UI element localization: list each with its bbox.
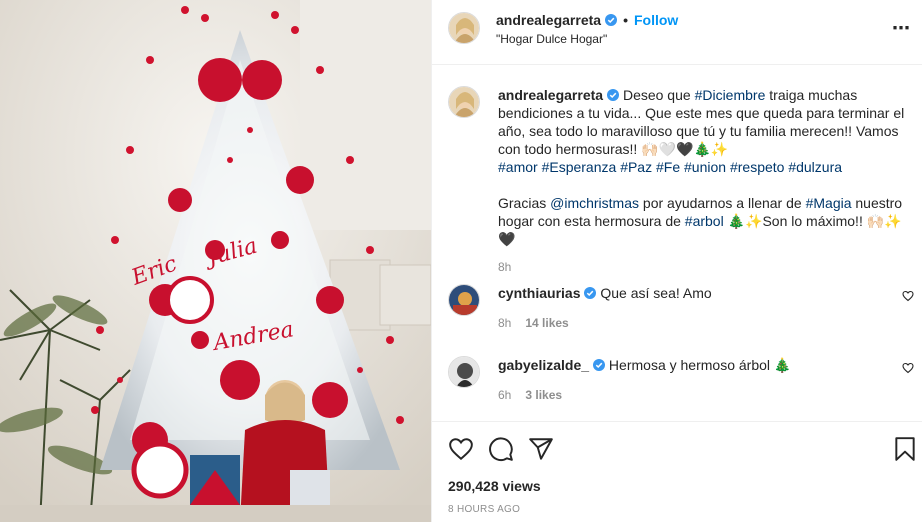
comment-meta: 8h 14 likes: [498, 314, 918, 332]
comment-body: gabyelizalde_ Hermosa y hermoso árbol 🎄 …: [498, 356, 918, 404]
hashtag-link[interactable]: #Magia: [806, 195, 852, 211]
hashtag-link[interactable]: #amor: [498, 159, 538, 175]
caption-text-part: Deseo que: [619, 87, 695, 103]
comment-meta: 6h 3 likes: [498, 386, 918, 404]
hashtag-link[interactable]: #respeto: [730, 159, 784, 175]
caption-paragraph-2: Gracias @imchristmas por ayudarnos a lle…: [498, 194, 918, 248]
location-link[interactable]: "Hogar Dulce Hogar": [496, 32, 607, 46]
author-avatar[interactable]: [448, 12, 480, 44]
author-header-line: andrealegarreta • Follow: [496, 12, 678, 28]
comment-text-line: gabyelizalde_ Hermosa y hermoso árbol 🎄: [498, 356, 918, 374]
verified-badge-icon: [593, 359, 606, 371]
comment-body: cynthiaurias Que así sea! Amo 8h 14 likes: [498, 284, 918, 332]
post-actions: 290,428 views 8 HOURS AGO: [432, 421, 922, 522]
hashtag-link[interactable]: #Paz: [620, 159, 652, 175]
comment-text: Hermosa y hermoso árbol 🎄: [605, 357, 792, 373]
hashtag-link[interactable]: #dulzura: [788, 159, 842, 175]
heart-icon[interactable]: [902, 290, 914, 302]
verified-badge-icon: [605, 14, 618, 26]
author-username[interactable]: andrealegarreta: [496, 12, 601, 28]
caption-text-part: Gracias: [498, 195, 551, 211]
comment-item: gabyelizalde_ Hermosa y hermoso árbol 🎄 …: [448, 356, 918, 404]
caption-text-part: por ayudarnos a llenar de: [639, 195, 806, 211]
hashtag-link[interactable]: #union: [684, 159, 726, 175]
hashtag-link[interactable]: #Diciembre: [695, 87, 766, 103]
bookmark-icon[interactable]: [892, 436, 918, 462]
verified-badge-icon: [607, 89, 620, 101]
caption-text: andrealegarreta Deseo que #Diciembre tra…: [498, 86, 918, 158]
post-details-panel: andrealegarreta • Follow "Hogar Dulce Hoga…: [431, 0, 922, 522]
post-header: andrealegarreta • Follow "Hogar Dulce Hoga…: [432, 0, 922, 65]
hashtag-link[interactable]: #Fe: [656, 159, 680, 175]
comment-likes[interactable]: 14 likes: [525, 316, 568, 330]
more-options-icon[interactable]: ⋯: [892, 18, 911, 39]
caption-body: andrealegarreta Deseo que #Diciembre tra…: [498, 86, 918, 276]
comment-text-line: cynthiaurias Que así sea! Amo: [498, 284, 918, 302]
heart-icon[interactable]: [902, 362, 914, 374]
comment-timestamp[interactable]: 8h: [498, 316, 511, 330]
caption-timestamp[interactable]: 8h: [498, 258, 918, 276]
comment-text: Que así sea! Amo: [596, 285, 712, 301]
caption: andrealegarreta Deseo que #Diciembre tra…: [448, 86, 918, 276]
comment-timestamp[interactable]: 6h: [498, 388, 511, 402]
post-image[interactable]: Eric Julia Andrea: [0, 0, 431, 522]
comment-avatar[interactable]: [448, 356, 480, 388]
comment-item: cynthiaurias Que así sea! Amo 8h 14 likes: [448, 284, 918, 332]
comment-avatar[interactable]: [448, 284, 480, 316]
hashtag-list: #amor #Esperanza #Paz #Fe #union #respet…: [498, 158, 918, 176]
comment-username[interactable]: gabyelizalde_: [498, 357, 589, 373]
verified-badge-icon: [584, 287, 597, 299]
separator-dot: •: [623, 12, 628, 28]
heart-icon[interactable]: [448, 436, 474, 462]
comment-likes[interactable]: 3 likes: [525, 388, 562, 402]
follow-button[interactable]: Follow: [634, 12, 678, 28]
mention-link[interactable]: @imchristmas: [550, 195, 639, 211]
hashtag-link[interactable]: #Esperanza: [542, 159, 617, 175]
view-count[interactable]: 290,428 views: [448, 478, 541, 494]
share-icon[interactable]: [528, 436, 554, 462]
comment-icon[interactable]: [488, 436, 514, 462]
post-age[interactable]: 8 HOURS AGO: [448, 504, 520, 515]
comment-username[interactable]: cynthiaurias: [498, 285, 580, 301]
caption-username[interactable]: andrealegarreta: [498, 87, 603, 103]
caption-avatar[interactable]: [448, 86, 480, 118]
christmas-tree-photo: Eric Julia Andrea: [0, 0, 431, 522]
hashtag-link[interactable]: #arbol: [685, 213, 724, 229]
